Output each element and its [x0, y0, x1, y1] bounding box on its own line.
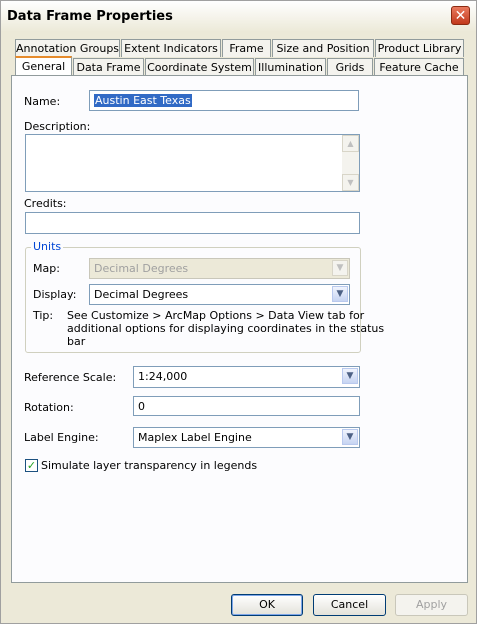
- tab-illumination[interactable]: Illumination: [255, 58, 326, 76]
- tip-text-line-2: additional options for displaying coordi…: [67, 322, 385, 335]
- description-label: Description:: [24, 120, 91, 133]
- tab-frame[interactable]: Frame: [222, 39, 271, 57]
- scroll-up-icon: ▲: [347, 139, 354, 148]
- general-tab-panel: Name: Austin East Texas Description: ▲ ▼…: [11, 75, 468, 583]
- display-units-select[interactable]: Decimal Degrees ▼: [89, 284, 350, 305]
- apply-label: Apply: [415, 598, 448, 611]
- title-bar: Data Frame Properties ✕: [1, 1, 476, 32]
- description-field[interactable]: ▲ ▼: [25, 134, 360, 192]
- tab-label: Extent Indicators: [124, 42, 218, 55]
- description-scrollbar[interactable]: ▲ ▼: [342, 135, 359, 191]
- reference-scale-label: Reference Scale:: [24, 371, 117, 384]
- tab-annotation-groups[interactable]: Annotation Groups: [15, 39, 120, 57]
- name-label: Name:: [24, 95, 61, 108]
- tab-coordinate-system[interactable]: Coordinate System: [145, 58, 254, 76]
- tab-extent-indicators[interactable]: Extent Indicators: [121, 39, 221, 57]
- dialog-window: Data Frame Properties ✕ Annotation Group…: [0, 0, 477, 624]
- tab-feature-cache[interactable]: Feature Cache: [374, 58, 464, 76]
- credits-label: Credits:: [24, 197, 67, 210]
- check-icon: ✓: [26, 459, 37, 472]
- tab-general[interactable]: General: [15, 56, 72, 76]
- label-engine-select[interactable]: Maplex Label Engine ▼: [133, 427, 360, 448]
- tip-text-line-3: bar: [67, 335, 86, 348]
- tab-label: Frame: [229, 42, 264, 55]
- map-units-select: Decimal Degrees ▼: [89, 258, 350, 279]
- map-units-value: Decimal Degrees: [94, 262, 189, 275]
- tab-label: Illumination: [258, 61, 323, 74]
- display-units-label: Display:: [33, 288, 77, 301]
- map-units-label: Map:: [33, 262, 60, 275]
- tab-label: Data Frame: [76, 61, 141, 74]
- label-engine-value: Maplex Label Engine: [138, 431, 252, 444]
- scroll-down-icon: ▼: [347, 178, 354, 187]
- display-units-value: Decimal Degrees: [94, 288, 189, 301]
- tip-label: Tip:: [33, 309, 54, 322]
- scroll-up-button[interactable]: ▲: [342, 135, 359, 152]
- dropdown-arrow-icon[interactable]: ▼: [342, 368, 358, 384]
- ok-button[interactable]: OK: [231, 594, 303, 616]
- tab-size-and-position[interactable]: Size and Position: [272, 39, 374, 57]
- tab-label: Product Library: [377, 42, 462, 55]
- arrow-glyph: ▼: [346, 432, 354, 442]
- credits-field[interactable]: [25, 212, 360, 234]
- ok-label: OK: [259, 598, 275, 611]
- dropdown-arrow-icon: ▼: [332, 260, 348, 276]
- reference-scale-select[interactable]: 1:24,000 ▼: [133, 366, 360, 388]
- units-group-title: Units: [31, 240, 64, 253]
- name-value: Austin East Texas: [94, 94, 192, 107]
- cancel-label: Cancel: [330, 598, 369, 611]
- rotation-field[interactable]: 0: [133, 396, 360, 416]
- simulate-transparency-checkbox[interactable]: ✓: [25, 459, 38, 472]
- close-icon: ✕: [454, 8, 467, 24]
- tab-label: Feature Cache: [379, 61, 459, 74]
- arrow-glyph: ▼: [346, 371, 354, 381]
- tab-label: Coordinate System: [147, 61, 252, 74]
- arrow-glyph: ▼: [336, 289, 344, 299]
- tab-label: Grids: [335, 61, 365, 74]
- cancel-button[interactable]: Cancel: [313, 594, 386, 616]
- close-button[interactable]: ✕: [451, 6, 470, 25]
- dropdown-arrow-icon[interactable]: ▼: [332, 286, 348, 302]
- label-engine-label: Label Engine:: [24, 431, 99, 444]
- window-title: Data Frame Properties: [7, 9, 173, 24]
- scroll-down-button[interactable]: ▼: [342, 174, 359, 191]
- tab-data-frame[interactable]: Data Frame: [73, 58, 144, 76]
- dropdown-arrow-icon[interactable]: ▼: [342, 429, 358, 445]
- tip-text-line-1: See Customize > ArcMap Options > Data Vi…: [67, 309, 365, 322]
- tab-label: Annotation Groups: [16, 42, 120, 55]
- simulate-transparency-label[interactable]: Simulate layer transparency in legends: [41, 459, 257, 472]
- tab-product-library[interactable]: Product Library: [375, 39, 464, 57]
- arrow-glyph: ▼: [336, 263, 344, 273]
- tab-grids[interactable]: Grids: [327, 58, 373, 76]
- name-field[interactable]: Austin East Texas: [89, 90, 359, 111]
- reference-scale-value: 1:24,000: [138, 370, 188, 383]
- rotation-label: Rotation:: [24, 401, 74, 414]
- apply-button: Apply: [395, 594, 468, 616]
- rotation-value: 0: [138, 400, 145, 413]
- tab-label: Size and Position: [276, 42, 370, 55]
- tab-label: General: [21, 60, 66, 73]
